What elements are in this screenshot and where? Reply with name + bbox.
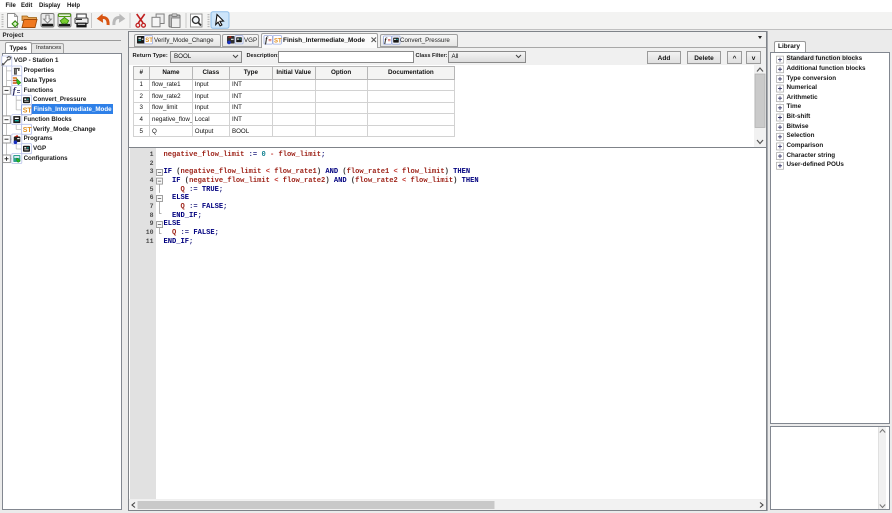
svg-text:=: = <box>388 38 391 44</box>
svg-text:ST: ST <box>145 38 153 44</box>
svg-text:ST: ST <box>274 38 282 44</box>
svg-text:=: = <box>17 89 21 95</box>
svg-text:ST: ST <box>23 107 33 114</box>
svg-text:=: = <box>268 38 271 44</box>
svg-text:ST: ST <box>23 127 33 134</box>
